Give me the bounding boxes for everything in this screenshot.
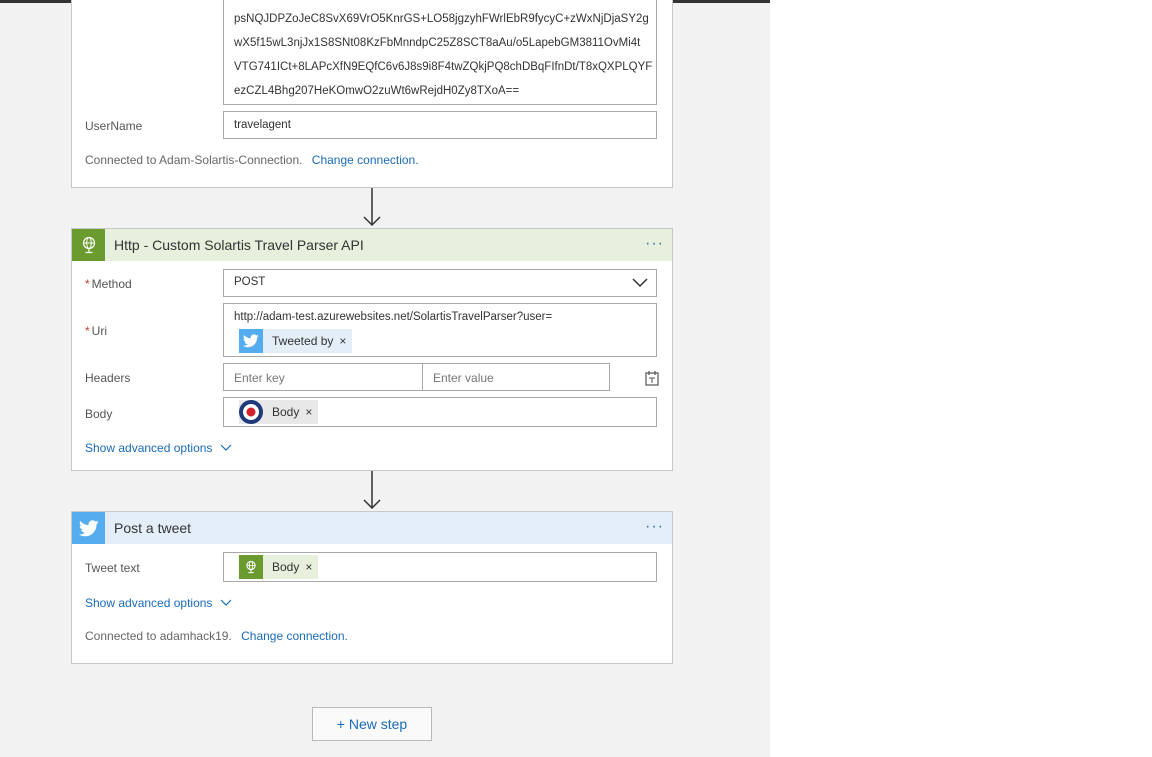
close-icon[interactable]: × [305, 405, 318, 419]
connection-status: Connected to Adam-Solartis-Connection. C… [85, 153, 419, 167]
uri-label: * Uri [85, 324, 107, 338]
chevron-down-icon [220, 599, 232, 606]
body-field[interactable]: Body × [223, 397, 657, 427]
twitter-icon [239, 329, 263, 353]
credential-textarea[interactable]: psNQJDPZoJeC8SvX69VrO5KnrGS+LO58jgzyhFWr… [223, 0, 657, 105]
new-step-button[interactable]: + New step [312, 707, 432, 741]
switch-to-text-mode-icon[interactable] [644, 370, 660, 386]
post-tweet-card: Post a tweet ··· Tweet text Body × Show … [71, 511, 673, 664]
advanced-label: Show advanced options [85, 441, 213, 455]
change-connection-link[interactable]: Change connection. [312, 153, 419, 167]
username-label: UserName [85, 119, 143, 133]
globe-icon [239, 555, 263, 579]
connected-text: Connected to adamhack19. [85, 629, 232, 643]
show-advanced-options-link[interactable]: Show advanced options [85, 441, 232, 455]
change-connection-link[interactable]: Change connection. [241, 629, 348, 643]
username-field[interactable]: travelagent [223, 111, 657, 139]
credential-line: psNQJDPZoJeC8SvX69VrO5KnrGS+LO58jgzyhFWr… [234, 13, 649, 25]
uri-label-text: Uri [91, 324, 107, 338]
flow-arrow-icon [363, 188, 381, 227]
method-select[interactable]: POST [223, 269, 657, 297]
http-action-card: Http - Custom Solartis Travel Parser API… [71, 228, 673, 471]
http-card-title: Http - Custom Solartis Travel Parser API [114, 237, 364, 253]
tweet-card-menu-button[interactable]: ··· [645, 512, 664, 544]
blank-area [770, 0, 1152, 757]
show-advanced-options-link[interactable]: Show advanced options [85, 596, 232, 610]
tweet-card-header[interactable]: Post a tweet ··· [72, 512, 672, 544]
advanced-label: Show advanced options [85, 596, 213, 610]
connection-card: psNQJDPZoJeC8SvX69VrO5KnrGS+LO58jgzyhFWr… [71, 0, 673, 188]
target-icon [239, 400, 263, 424]
token-label: Body [272, 560, 300, 574]
tweeted-by-token[interactable]: Tweeted by × [239, 329, 353, 353]
headers-key-input[interactable]: Enter key [223, 363, 423, 391]
http-card-header[interactable]: Http - Custom Solartis Travel Parser API… [72, 229, 672, 261]
tweet-text-label: Tweet text [85, 561, 140, 575]
uri-value: http://adam-test.azurewebsites.net/Solar… [234, 311, 553, 323]
uri-field[interactable]: http://adam-test.azurewebsites.net/Solar… [223, 303, 657, 357]
globe-icon [72, 229, 105, 261]
credential-line: wX5f15wL3njJx1S8SNt08KzFbMnndpC25Z8SCT8a… [234, 37, 641, 49]
token-label: Body [272, 405, 300, 419]
close-icon[interactable]: × [339, 334, 352, 348]
body-token[interactable]: Body × [239, 400, 319, 424]
designer-canvas: psNQJDPZoJeC8SvX69VrO5KnrGS+LO58jgzyhFWr… [0, 0, 770, 757]
http-card-menu-button[interactable]: ··· [645, 229, 664, 261]
body-token[interactable]: Body × [239, 555, 319, 579]
headers-value-input[interactable]: Enter value [422, 363, 610, 391]
token-label: Tweeted by [272, 334, 334, 348]
method-label: * Method [85, 277, 132, 291]
method-value: POST [234, 276, 266, 288]
credential-line: ezCZL4Bhg207HeKOmwO2zuWt6wRejdH0Zy8TXoA=… [234, 85, 520, 97]
required-marker: * [85, 324, 90, 338]
twitter-icon [72, 512, 105, 544]
connected-text: Connected to Adam-Solartis-Connection. [85, 153, 303, 167]
chevron-down-icon [632, 278, 648, 288]
required-marker: * [85, 277, 90, 291]
tweet-card-title: Post a tweet [114, 520, 192, 536]
username-value: travelagent [234, 119, 291, 131]
body-label: Body [85, 407, 113, 421]
credential-line: VTG741ICt+8LAPcXfN9EQfC6v6J8s9i8F4twZQkj… [234, 61, 653, 73]
tweet-text-field[interactable]: Body × [223, 552, 657, 582]
method-label-text: Method [91, 277, 132, 291]
tweet-connection-status: Connected to adamhack19. Change connecti… [85, 629, 348, 643]
chevron-down-icon [220, 444, 232, 451]
headers-label: Headers [85, 371, 131, 385]
headers-value-placeholder: Enter value [433, 371, 494, 385]
close-icon[interactable]: × [305, 560, 318, 574]
flow-arrow-icon [363, 471, 381, 510]
headers-key-placeholder: Enter key [234, 371, 285, 385]
